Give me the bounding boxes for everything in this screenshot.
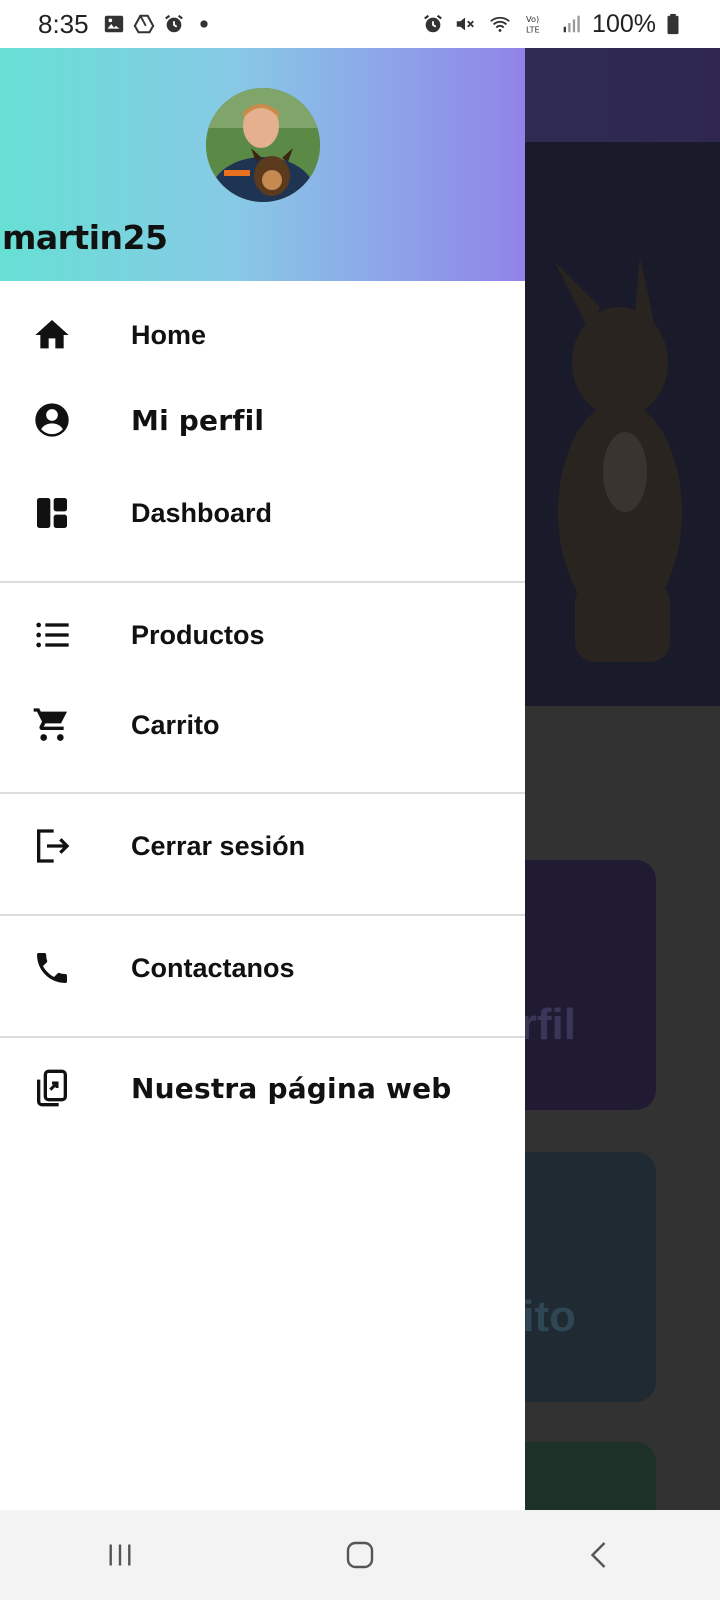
svg-text:LTE: LTE	[526, 24, 540, 34]
navigation-drawer: martin25 Home Mi perfil Dashboard Produc…	[0, 44, 525, 1510]
home-icon	[32, 315, 72, 355]
menu-item-contactanos[interactable]: Contactanos	[0, 926, 525, 1010]
menu-label-mi-perfil: Mi perfil	[131, 403, 265, 437]
alarm-icon	[164, 14, 183, 33]
logout-icon	[32, 826, 72, 866]
status-bar: 8:35 Vo) LTE 100%	[0, 0, 720, 48]
mute-icon	[456, 17, 474, 31]
avatar[interactable]	[206, 88, 320, 202]
divider	[0, 914, 525, 916]
signal-icon	[563, 15, 580, 33]
menu-label-productos: Productos	[131, 619, 265, 650]
battery-percent: 100%	[592, 9, 656, 38]
system-nav-bar	[0, 1510, 720, 1600]
drive-icon	[133, 14, 154, 34]
menu-item-productos[interactable]: Productos	[0, 593, 525, 677]
username: martin25	[2, 218, 168, 257]
image-icon	[104, 15, 123, 33]
divider	[0, 581, 525, 583]
divider	[0, 1036, 525, 1038]
menu-label-dashboard: Dashboard	[131, 497, 273, 528]
background-card-profile-label: rfil	[519, 1000, 576, 1049]
wifi-icon	[490, 16, 510, 32]
menu-item-dashboard[interactable]: Dashboard	[0, 471, 525, 555]
menu-item-nuestra-pagina-web[interactable]: Nuestra página web	[0, 1046, 525, 1130]
profile-photo-icon	[206, 88, 320, 202]
menu-label-contactanos: Contactanos	[131, 952, 295, 983]
svg-text:Vo): Vo)	[526, 14, 539, 24]
dot-icon	[199, 20, 208, 28]
phone-icon	[32, 948, 72, 988]
back-icon[interactable]	[570, 1525, 630, 1585]
menu-label-nuestra-pagina-web: Nuestra página web	[131, 1071, 452, 1105]
dashboard-icon	[32, 493, 72, 533]
menu-item-carrito[interactable]: Carrito	[0, 683, 525, 767]
menu-label-carrito: Carrito	[131, 709, 220, 740]
recents-icon[interactable]	[90, 1525, 150, 1585]
menu-item-cerrar-sesion[interactable]: Cerrar sesión	[0, 804, 525, 888]
alarm-icon	[424, 14, 442, 33]
list-icon	[32, 615, 72, 655]
website-icon	[32, 1068, 72, 1108]
menu-label-cerrar-sesion: Cerrar sesión	[131, 830, 306, 861]
home-circle-icon[interactable]	[330, 1525, 390, 1585]
divider	[0, 792, 525, 794]
status-time: 8:35	[38, 8, 89, 39]
account-icon	[32, 400, 72, 440]
volte-icon: Vo)LTE	[526, 14, 540, 34]
drawer-header: martin25	[0, 44, 525, 281]
menu-label-home: Home	[131, 319, 207, 350]
menu-item-home[interactable]: Home	[0, 293, 525, 377]
battery-icon	[667, 13, 679, 35]
menu-item-mi-perfil[interactable]: Mi perfil	[0, 378, 525, 462]
cart-icon	[32, 705, 72, 745]
